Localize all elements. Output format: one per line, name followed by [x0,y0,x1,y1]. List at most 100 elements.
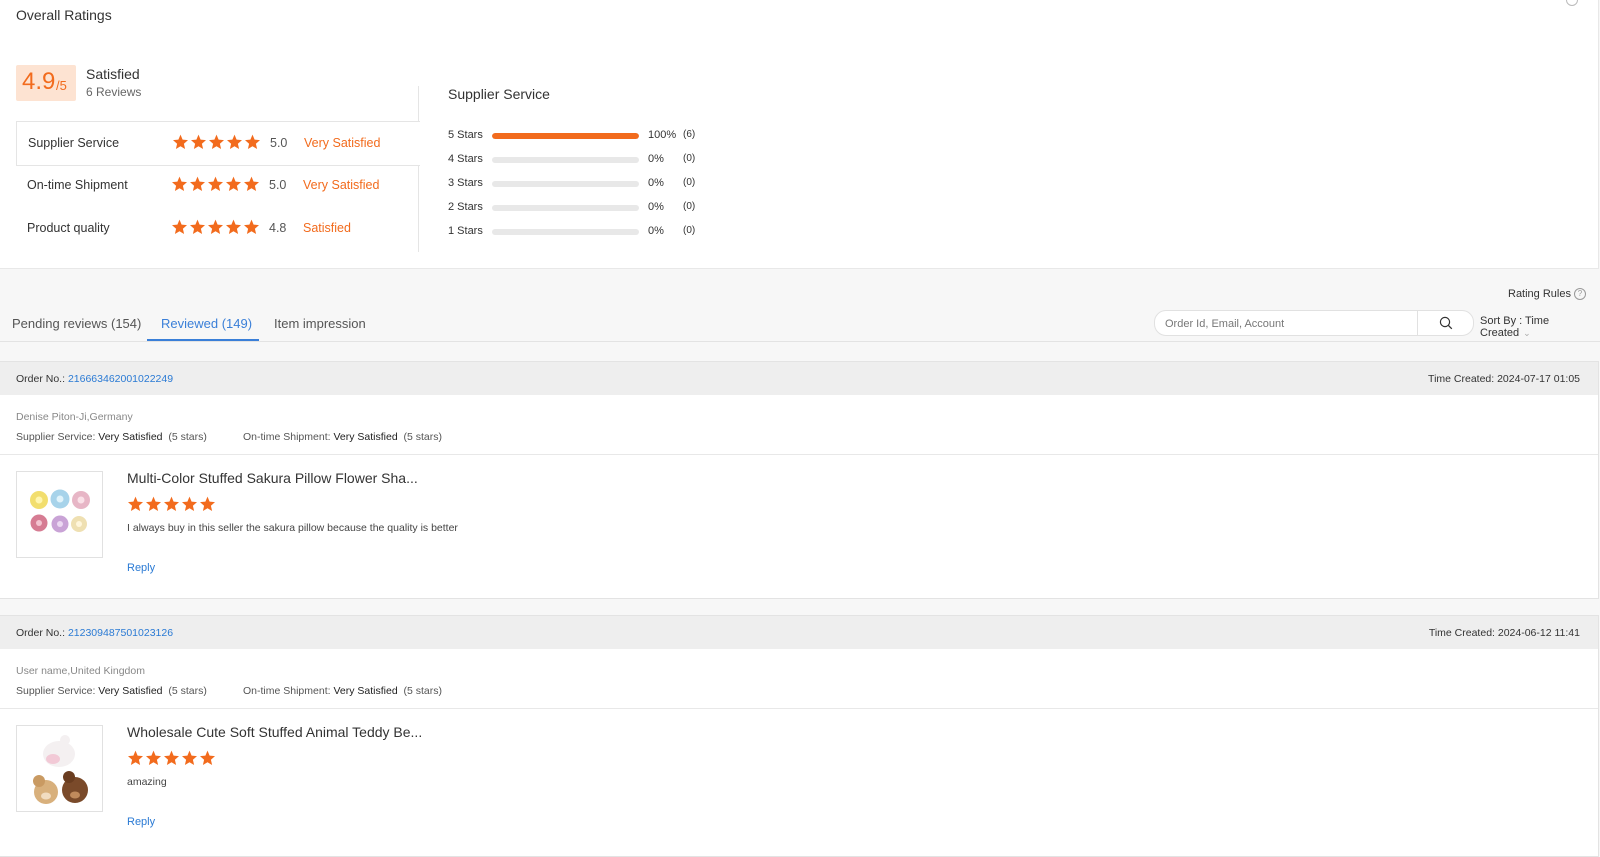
overall-ratings-panel: Overall Ratings 4.9 /5 Satisfied 6 Revie… [0,0,1599,269]
svc-value: Very Satisfied [98,685,163,697]
dist-count: (0) [683,201,696,212]
rating-category-supplier-service[interactable]: Supplier Service 5.0 Very Satisfied [16,121,420,166]
progress-track [492,181,639,187]
star-icon [226,219,241,234]
teddy-bear-image [33,735,88,804]
dist-count: (0) [683,177,696,188]
rating-rules-label: Rating Rules [1508,288,1571,300]
order-number: Order No.: 216663462001022249 [16,373,173,385]
star-icon [164,750,179,765]
progress-track [492,205,639,211]
svc-label: Supplier Service: [16,431,99,443]
chevron-down-icon: ⌄ [1523,328,1531,338]
star-icon [191,134,206,149]
search-input[interactable] [1163,311,1417,335]
star-icon [245,134,260,149]
review-card: Order No.: 212309487501023126 Time Creat… [0,615,1599,857]
product-thumbnail[interactable] [16,725,103,812]
search-box [1154,310,1474,336]
distribution-title: Supplier Service [448,86,550,102]
search-button[interactable] [1417,311,1473,335]
rating-category-product-quality[interactable]: Product quality 4.8 Satisfied [16,207,419,250]
star-rating [172,134,261,150]
dist-label: 1 Stars [448,225,483,237]
product-title[interactable]: Wholesale Cute Soft Stuffed Animal Teddy… [127,724,422,740]
svc-value: Very Satisfied [98,431,163,443]
progress-track [492,133,639,139]
star-icon [182,750,197,765]
buyer-name: User name,United Kingdom [16,665,145,677]
sort-by-dropdown[interactable]: Sort By : Time Created ⌄ [1480,315,1600,339]
ship-value: Very Satisfied [333,431,398,443]
star-icon [227,134,242,149]
star-icon [190,219,205,234]
product-title[interactable]: Multi-Color Stuffed Sakura Pillow Flower… [127,470,418,486]
dist-label: 3 Stars [448,177,483,189]
help-icon[interactable]: ? [1573,288,1586,300]
overall-score-denominator: /5 [56,78,67,93]
buyer-name: Denise Piton-Ji,Germany [16,411,133,423]
order-link[interactable]: 212309487501023126 [68,627,173,639]
star-icon [190,176,205,191]
ship-stars: (5 stars) [403,685,443,697]
product-rating [127,496,216,512]
supplier-service-rating: Supplier Service: Very Satisfied (5 star… [16,431,207,443]
category-desc: Satisfied [303,221,351,235]
rating-category-on-time-shipment[interactable]: On-time Shipment 5.0 Very Satisfied [16,164,419,207]
overall-score: 4.9 [22,68,56,95]
rating-rules-link[interactable]: Rating Rules ? [1508,288,1586,300]
progress-track [492,229,639,235]
tab-pending-reviews[interactable]: Pending reviews (154) [12,316,141,331]
dist-label: 5 Stars [448,129,483,141]
progress-track [492,157,639,163]
dist-percent: 0% [648,153,664,165]
divider [0,708,1598,709]
star-rating [171,219,260,235]
overall-score-label: Satisfied [86,66,140,82]
review-comment: amazing [127,776,167,788]
order-label: Order No.: [16,373,68,385]
svc-label: Supplier Service: [16,685,99,697]
tab-reviewed[interactable]: Reviewed (149) [161,316,252,331]
category-label: On-time Shipment [27,178,128,192]
review-comment: I always buy in this seller the sakura p… [127,522,458,534]
shipment-rating: On-time Shipment: Very Satisfied (5 star… [243,431,442,443]
category-score: 5.0 [270,136,288,150]
star-icon [244,176,259,191]
dist-count: (0) [683,153,696,164]
order-link[interactable]: 216663462001022249 [68,373,173,385]
time-created: Time Created: 2024-06-12 11:41 [1428,627,1580,639]
star-rating [171,176,260,192]
star-icon [182,496,197,511]
reply-link[interactable]: Reply [127,816,155,828]
ship-value: Very Satisfied [333,685,398,697]
overall-score-badge: 4.9 /5 [16,65,76,101]
review-header: Order No.: 216663462001022249 Time Creat… [0,362,1598,395]
star-icon [208,219,223,234]
order-label: Order No.: [16,627,68,639]
shipment-rating: On-time Shipment: Very Satisfied (5 star… [243,685,442,697]
star-icon [209,134,224,149]
divider [0,454,1598,455]
dist-label: 2 Stars [448,201,483,213]
dist-percent: 100% [648,129,677,141]
dist-count: (6) [683,129,696,140]
star-icon [208,176,223,191]
supplier-service-rating: Supplier Service: Very Satisfied (5 star… [16,685,207,697]
ship-label: On-time Shipment: [243,431,334,443]
star-icon [244,219,259,234]
star-icon [128,496,143,511]
category-score: 5.0 [269,178,287,192]
ship-label: On-time Shipment: [243,685,334,697]
tabs-divider [0,341,1600,342]
star-icon [226,176,241,191]
tab-item-impression[interactable]: Item impression [274,316,366,331]
product-thumbnail[interactable] [16,471,103,558]
star-icon [172,176,187,191]
svc-stars: (5 stars) [168,431,207,443]
category-desc: Very Satisfied [304,136,381,150]
dist-count: (0) [683,225,696,236]
reply-link[interactable]: Reply [127,562,155,574]
dist-label: 4 Stars [448,153,483,165]
help-icon[interactable] [1566,0,1578,6]
